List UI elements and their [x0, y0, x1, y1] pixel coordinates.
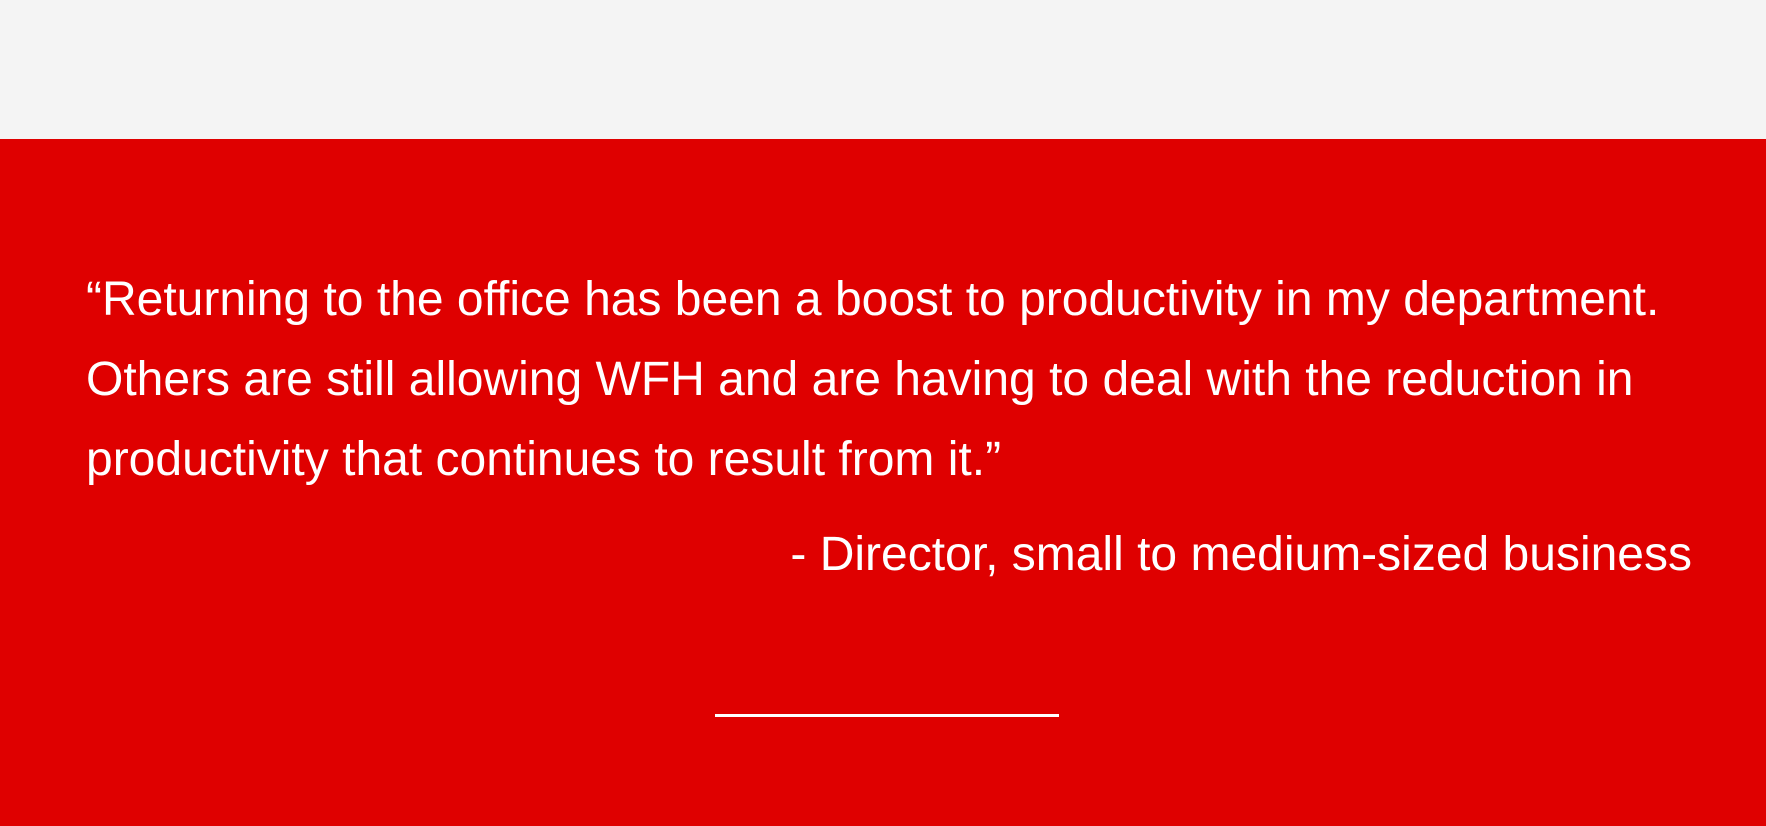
quote-attribution: - Director, small to medium-sized busine…	[790, 528, 1692, 581]
quote-text: “Returning to the office has been a boos…	[86, 273, 1660, 486]
quote-section: “Returning to the office has been a boos…	[0, 139, 1766, 826]
top-band	[0, 0, 1766, 139]
page: “Returning to the office has been a boos…	[0, 0, 1766, 826]
section-divider	[715, 714, 1059, 717]
